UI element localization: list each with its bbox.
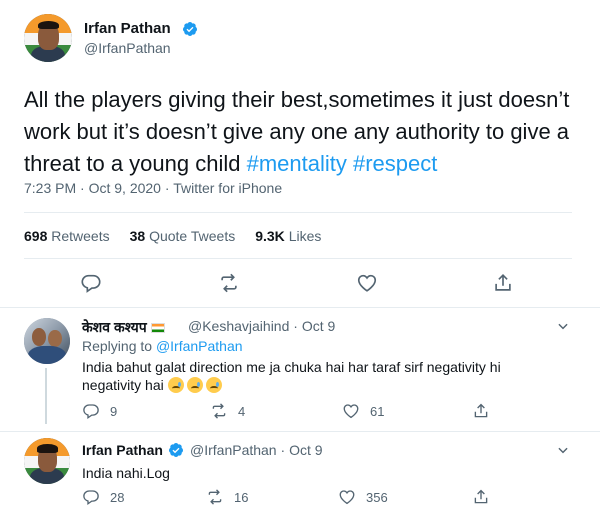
share-button[interactable] [472, 402, 490, 420]
hashtag-link[interactable]: #mentality [247, 151, 347, 176]
tweet-date[interactable]: Oct 9, 2020 [89, 180, 161, 196]
reply-meta: @Keshavjaihind · Oct 9 [188, 318, 336, 334]
reply-date[interactable]: Oct 9 [289, 442, 322, 458]
reply-icon [83, 490, 99, 506]
reply-icon [81, 274, 101, 293]
reply-author-name[interactable]: केशव कश्यप [82, 318, 169, 337]
reply-icon [83, 404, 99, 420]
divider [0, 307, 600, 308]
retweet-icon [221, 273, 237, 293]
reply-date[interactable]: Oct 9 [302, 318, 335, 334]
verified-badge-icon [168, 443, 183, 457]
retweet-button[interactable] [218, 272, 240, 294]
hashtag-link[interactable]: #respect [353, 151, 437, 176]
like-button[interactable]: 356 [338, 488, 388, 506]
avatar[interactable] [24, 318, 70, 364]
retweet-icon [208, 489, 222, 505]
crying-face-emoji [205, 377, 222, 393]
tweet-source[interactable]: Twitter for iPhone [173, 180, 282, 196]
reply-button[interactable]: 9 [82, 402, 117, 420]
share-icon [495, 274, 511, 291]
divider [24, 212, 572, 213]
avatar[interactable] [24, 438, 70, 484]
retweet-count: 16 [234, 489, 249, 505]
avatar[interactable] [24, 14, 72, 62]
retweets-stat[interactable]: 698 Retweets [24, 228, 110, 244]
author-handle[interactable]: @IrfanPathan [84, 40, 171, 56]
retweet-button[interactable]: 16 [206, 488, 248, 506]
retweet-icon [212, 403, 226, 419]
author-name[interactable]: Irfan Pathan [84, 20, 171, 37]
divider [24, 258, 572, 259]
like-icon [339, 490, 355, 505]
india-flag-icon [150, 323, 165, 333]
chevron-down-icon[interactable] [556, 319, 570, 333]
reply-text: India nahi.Log [82, 465, 170, 481]
crying-face-emoji [186, 377, 203, 393]
reply-author-handle[interactable]: @Keshavjaihind [188, 318, 289, 334]
reply-button[interactable]: 28 [82, 488, 124, 506]
share-icon [474, 403, 488, 418]
replying-to: Replying to @IrfanPathan [82, 338, 243, 354]
quote-tweets-stat[interactable]: 38 Quote Tweets [130, 228, 236, 244]
divider [0, 431, 600, 432]
reply-count: 28 [110, 489, 125, 505]
reply-button[interactable] [80, 272, 102, 294]
reply-meta: @IrfanPathan · Oct 9 [190, 442, 323, 458]
likes-stat[interactable]: 9.3K Likes [255, 228, 321, 244]
tweet-stats: 698 Retweets 38 Quote Tweets 9.3K Likes [24, 228, 321, 244]
like-button[interactable] [356, 272, 378, 294]
crying-face-emoji [167, 377, 184, 393]
tweet-text: All the players giving their best,someti… [24, 84, 580, 180]
share-icon [474, 489, 488, 504]
thread-line [45, 368, 47, 424]
reply-author-handle[interactable]: @IrfanPathan [190, 442, 277, 458]
tweet-time[interactable]: 7:23 PM [24, 180, 76, 196]
like-icon [343, 404, 359, 419]
verified-badge-icon [182, 22, 197, 36]
chevron-down-icon[interactable] [556, 443, 570, 457]
share-button[interactable] [492, 272, 514, 294]
retweet-button[interactable]: 4 [210, 402, 245, 420]
like-count: 356 [366, 489, 388, 505]
like-icon [357, 274, 377, 292]
reply-author-name[interactable]: Irfan Pathan [82, 442, 163, 458]
like-button[interactable]: 61 [342, 402, 384, 420]
reply-text: India bahut galat direction me ja chuka … [82, 359, 501, 393]
replying-to-handle[interactable]: @IrfanPathan [156, 338, 243, 354]
share-button[interactable] [472, 488, 490, 506]
tweet-meta: 7:23 PM · Oct 9, 2020 · Twitter for iPho… [24, 180, 283, 196]
retweet-count: 4 [238, 403, 246, 419]
like-count: 61 [370, 403, 385, 419]
reply-count: 9 [110, 403, 118, 419]
